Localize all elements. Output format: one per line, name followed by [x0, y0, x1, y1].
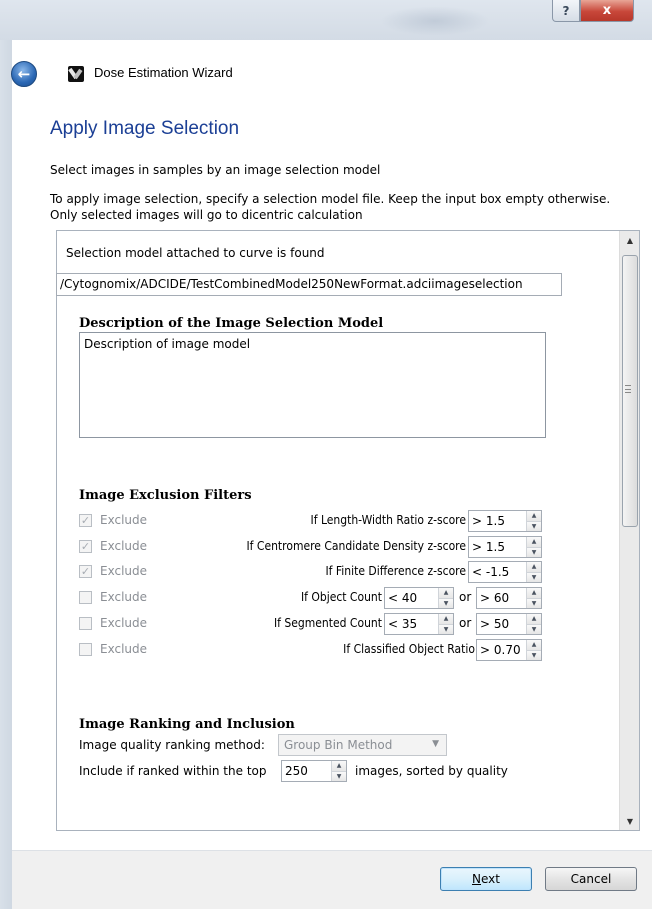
exclude-object-count-checkbox[interactable]: Exclude — [79, 587, 199, 607]
description-section-title: Description of the Image Selection Model — [79, 316, 384, 331]
spin-up-icon[interactable]: ▲ — [439, 588, 453, 598]
exclude-centromere-density-checkbox[interactable]: ✓ Exclude — [79, 536, 199, 556]
panel-vertical-scrollbar[interactable]: ▲ ▼ — [619, 231, 639, 830]
spin-down-icon[interactable]: ▼ — [527, 546, 541, 557]
object-count-max-spinbox[interactable]: > 60 ▲ ▼ — [476, 587, 542, 609]
checkmark-icon: ✓ — [79, 564, 92, 578]
exclude-finite-difference-checkbox[interactable]: ✓ Exclude — [79, 561, 199, 581]
or-label: or — [459, 616, 472, 630]
spinbox-value: > 60 — [480, 591, 510, 605]
model-found-label: Selection model attached to curve is fou… — [66, 246, 325, 260]
spinbox-value: > 1.5 — [472, 540, 505, 554]
length-width-condition-label: If Length-Width Ratio z-score — [310, 513, 466, 527]
checkbox-label: Exclude — [100, 539, 148, 553]
ranking-method-label: Image quality ranking method: — [79, 738, 265, 752]
app-logo-icon — [68, 66, 84, 82]
title-bar: ? x — [0, 0, 652, 40]
spin-down-icon[interactable]: ▼ — [527, 571, 541, 582]
scroll-down-icon[interactable]: ▼ — [620, 812, 640, 830]
spinbox-value: > 1.5 — [472, 514, 505, 528]
checkbox-label: Exclude — [100, 590, 148, 604]
spinbox-value: > 0.70 — [480, 643, 521, 657]
spinbox-value: 250 — [285, 764, 308, 778]
page-subtitle: Select images in samples by an image sel… — [50, 163, 381, 177]
scroll-up-icon[interactable]: ▲ — [620, 231, 640, 249]
spin-up-icon[interactable]: ▲ — [527, 562, 541, 572]
dropdown-value: Group Bin Method — [284, 738, 393, 752]
centromere-density-spinbox[interactable]: > 1.5 ▲ ▼ — [468, 536, 542, 558]
help-icon: ? — [562, 3, 570, 18]
spin-down-icon[interactable]: ▼ — [439, 597, 453, 608]
exclude-segmented-count-checkbox[interactable]: Exclude — [79, 613, 199, 633]
centromere-density-condition-label: If Centromere Candidate Density z-score — [246, 539, 467, 553]
object-count-min-spinbox[interactable]: < 40 ▲ ▼ — [384, 587, 454, 609]
classified-ratio-spinbox[interactable]: > 0.70 ▲ ▼ — [476, 639, 542, 661]
scrollbar-grip-icon — [625, 385, 631, 393]
window-frame-left — [0, 40, 12, 909]
title-bar-decoration — [380, 6, 490, 36]
checkbox-box — [79, 590, 92, 604]
model-file-input[interactable]: /Cytognomix/ADCIDE/TestCombinedModel250N… — [56, 273, 562, 296]
back-button[interactable]: ← — [11, 61, 37, 87]
instruction-line-2: Only selected images will go to dicentri… — [50, 208, 363, 222]
ranking-section-title: Image Ranking and Inclusion — [79, 717, 295, 732]
include-suffix-label: images, sorted by quality — [355, 764, 508, 778]
spin-down-icon[interactable]: ▼ — [527, 520, 541, 531]
include-prefix-label: Include if ranked within the top — [79, 764, 267, 778]
chevron-down-icon: ▼ — [432, 739, 439, 749]
spin-up-icon[interactable]: ▲ — [332, 761, 346, 771]
cancel-button[interactable]: Cancel — [545, 867, 637, 891]
help-button[interactable]: ? — [552, 0, 580, 22]
spin-up-icon[interactable]: ▲ — [527, 588, 541, 598]
classified-ratio-condition-label: If Classified Object Ratio — [343, 642, 475, 656]
back-arrow-icon: ← — [17, 65, 31, 83]
spin-down-icon[interactable]: ▼ — [527, 623, 541, 634]
model-description-textarea[interactable]: Description of image model — [79, 332, 546, 438]
spin-up-icon[interactable]: ▲ — [527, 511, 541, 521]
spin-up-icon[interactable]: ▲ — [527, 640, 541, 650]
or-label: or — [459, 590, 472, 604]
checkbox-label: Exclude — [100, 642, 148, 656]
spin-down-icon[interactable]: ▼ — [527, 649, 541, 660]
spinbox-value: < 35 — [388, 617, 418, 631]
finite-difference-spinbox[interactable]: < -1.5 ▲ ▼ — [468, 561, 542, 583]
spinbox-value: < -1.5 — [472, 565, 510, 579]
page-title: Apply Image Selection — [50, 118, 240, 139]
spin-up-icon[interactable]: ▲ — [527, 537, 541, 547]
close-button[interactable]: x — [580, 0, 634, 22]
checkmark-icon: ✓ — [79, 539, 92, 553]
next-mnemonic: N — [472, 872, 481, 886]
window-title: Dose Estimation Wizard — [94, 65, 233, 80]
object-count-condition-label: If Object Count — [300, 590, 382, 604]
include-top-count-spinbox[interactable]: 250 ▲ ▼ — [281, 760, 347, 782]
instruction-line-1: To apply image selection, specify a sele… — [50, 192, 611, 206]
spin-down-icon[interactable]: ▼ — [439, 623, 453, 634]
close-icon: x — [602, 3, 612, 18]
spin-down-icon[interactable]: ▼ — [527, 597, 541, 608]
exclusion-filters-title: Image Exclusion Filters — [79, 488, 252, 503]
next-label-rest: ext — [481, 872, 500, 886]
page-instructions: To apply image selection, specify a sele… — [50, 191, 650, 223]
exclude-length-width-checkbox[interactable]: ✓ Exclude — [79, 510, 199, 530]
spin-up-icon[interactable]: ▲ — [527, 614, 541, 624]
segmented-count-condition-label: If Segmented Count — [274, 616, 382, 630]
checkbox-box — [79, 642, 92, 656]
checkbox-label: Exclude — [100, 616, 148, 630]
finite-difference-condition-label: If Finite Difference z-score — [325, 564, 467, 578]
spin-up-icon[interactable]: ▲ — [439, 614, 453, 624]
spinbox-value: < 40 — [388, 591, 418, 605]
next-button[interactable]: Next — [440, 867, 532, 891]
segmented-count-min-spinbox[interactable]: < 35 ▲ ▼ — [384, 613, 454, 635]
segmented-count-max-spinbox[interactable]: > 50 ▲ ▼ — [476, 613, 542, 635]
spin-down-icon[interactable]: ▼ — [332, 770, 346, 781]
checkbox-box — [79, 616, 92, 630]
checkbox-label: Exclude — [100, 564, 148, 578]
exclude-classified-ratio-checkbox[interactable]: Exclude — [79, 639, 199, 659]
spinbox-value: > 50 — [480, 617, 510, 631]
ranking-method-dropdown[interactable]: Group Bin Method ▼ — [278, 734, 447, 756]
length-width-spinbox[interactable]: > 1.5 ▲ ▼ — [468, 510, 542, 532]
checkbox-label: Exclude — [100, 513, 148, 527]
checkmark-icon: ✓ — [79, 513, 92, 527]
